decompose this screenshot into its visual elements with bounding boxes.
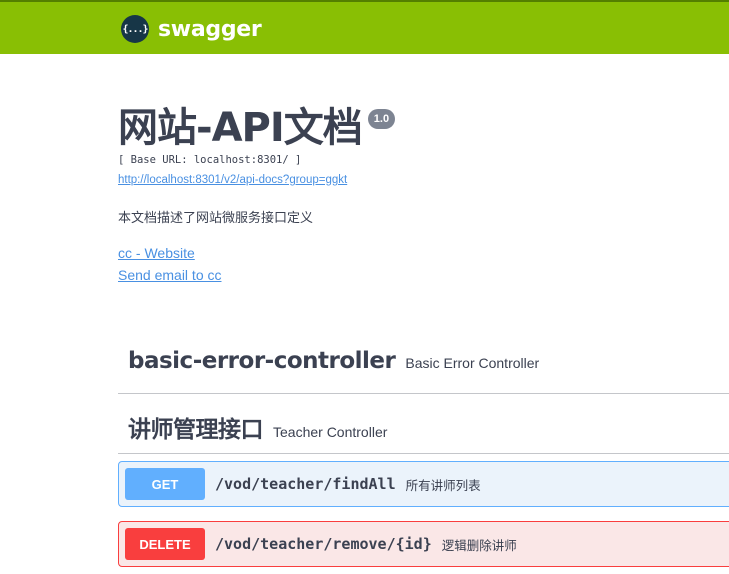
api-info: 网站-API文档 1.0 [ Base URL: localhost:8301/…	[118, 104, 396, 286]
operation-summary: 逻辑删除讲师	[441, 538, 517, 553]
title-row: 网站-API文档 1.0	[118, 104, 396, 152]
method-badge-get: GET	[125, 468, 205, 500]
tag-name: 讲师管理接口	[128, 417, 264, 443]
api-description: 本文档描述了网站微服务接口定义	[118, 210, 314, 225]
tag-header-basic-error-controller[interactable]: basic-error-controller Basic Error Contr…	[118, 334, 729, 394]
operation-path: /vod/teacher/findAll	[215, 475, 396, 493]
tag-section-basic-error-controller: basic-error-controller Basic Error Contr…	[118, 334, 729, 394]
tag-description: Teacher Controller	[273, 424, 388, 440]
operation-path: /vod/teacher/remove/{id}	[215, 535, 432, 553]
tag-description: Basic Error Controller	[405, 355, 540, 371]
method-badge-delete: DELETE	[125, 528, 205, 560]
api-title: 网站-API文档	[118, 105, 363, 151]
api-docs-link[interactable]: http://localhost:8301/v2/api-docs?group=…	[118, 174, 395, 186]
tag-header-teacher[interactable]: 讲师管理接口 Teacher Controller	[118, 396, 729, 454]
operation-summary: 所有讲师列表	[405, 478, 481, 493]
operation-delete-remove[interactable]: DELETE /vod/teacher/remove/{id} 逻辑删除讲师	[118, 521, 729, 567]
tag-name: basic-error-controller	[128, 348, 396, 374]
tag-section-teacher: 讲师管理接口 Teacher Controller	[118, 396, 729, 454]
swagger-logo-icon: {...}	[121, 15, 149, 43]
operation-get-findall[interactable]: GET /vod/teacher/findAll 所有讲师列表	[118, 461, 729, 507]
swagger-logo[interactable]: {...} swagger	[121, 15, 262, 43]
version-badge: 1.0	[367, 109, 396, 129]
swagger-logo-text: swagger	[158, 16, 262, 42]
contact-email-link[interactable]: Send email to cc	[118, 264, 395, 286]
contact-website-link[interactable]: cc - Website	[118, 242, 395, 264]
topbar: {...} swagger	[0, 0, 729, 54]
base-url: [ Base URL: localhost:8301/ ]	[118, 154, 302, 166]
